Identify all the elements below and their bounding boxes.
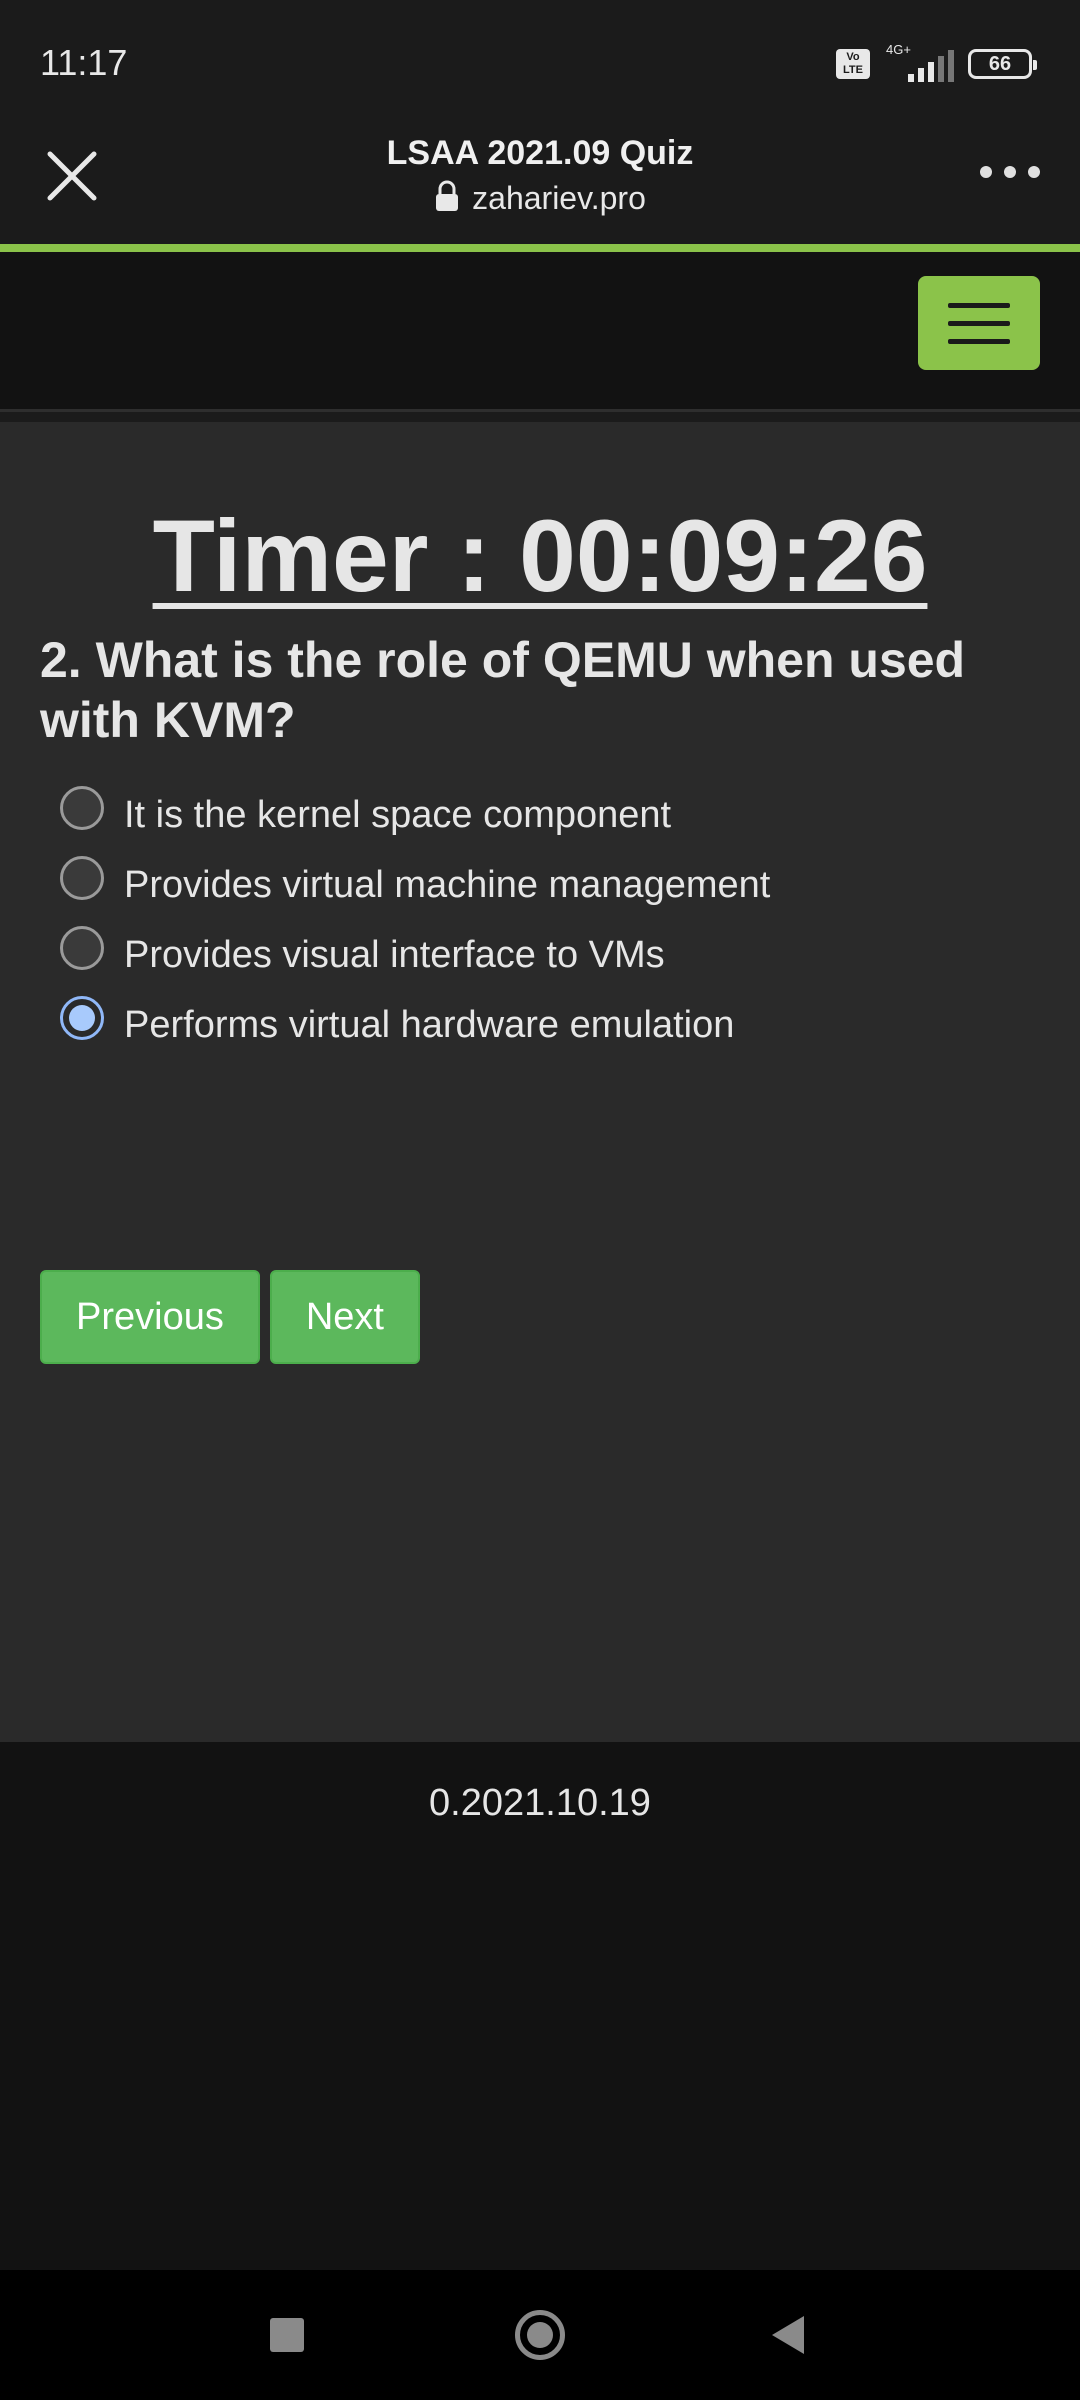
home-circle-icon[interactable] xyxy=(515,2310,565,2360)
answer-option-1[interactable]: It is the kernel space component xyxy=(60,780,1040,850)
recents-square-icon[interactable] xyxy=(270,2318,304,2352)
answer-label: Provides virtual machine management xyxy=(124,863,771,906)
answer-option-2[interactable]: Provides virtual machine management xyxy=(60,850,1040,920)
more-dots-icon[interactable] xyxy=(980,160,1040,184)
answer-label: It is the kernel space component xyxy=(124,793,672,836)
question-text: 2. What is the role of QEMU when used wi… xyxy=(40,632,966,748)
quiz-panel: Timer : 00:09:26 2. What is the role of … xyxy=(0,422,1080,1742)
site-footer: 0.2021.10.19 xyxy=(0,1742,1080,2270)
url-bar[interactable]: zahariev.pro xyxy=(0,180,1080,217)
quiz-timer: Timer : 00:09:26 xyxy=(152,499,928,613)
browser-header: LSAA 2021.09 Quiz zahariev.pro xyxy=(0,120,1080,244)
status-bar: 11:17 Vo LTE 4G+ 66 xyxy=(0,0,1080,120)
back-triangle-icon[interactable] xyxy=(772,2316,804,2354)
previous-button[interactable]: Previous xyxy=(40,1270,260,1364)
answer-option-4[interactable]: Performs virtual hardware emulation xyxy=(60,990,1040,1060)
answer-label: Performs virtual hardware emulation xyxy=(124,1003,735,1046)
battery-icon: 66 xyxy=(968,49,1037,79)
hamburger-icon[interactable] xyxy=(918,276,1040,370)
radio-button[interactable] xyxy=(60,926,104,970)
radio-button[interactable] xyxy=(60,786,104,830)
page-load-bar xyxy=(0,244,1080,252)
quiz-nav-buttons: Previous Next xyxy=(40,1270,420,1364)
page-title: LSAA 2021.09 Quiz xyxy=(386,134,694,172)
battery-level: 66 xyxy=(988,52,1012,75)
status-icons: Vo LTE 4G+ 66 xyxy=(836,42,1037,82)
answer-list: It is the kernel space component Provide… xyxy=(60,780,1040,1060)
radio-button-selected[interactable] xyxy=(60,996,104,1040)
system-nav-bar xyxy=(0,2270,1080,2400)
site-navbar xyxy=(0,252,1080,412)
next-button[interactable]: Next xyxy=(269,1270,420,1364)
answer-option-3[interactable]: Provides visual interface to VMs xyxy=(60,920,1040,990)
version-text: 0.2021.10.19 xyxy=(429,1782,651,1824)
signal-icon: 4G+ xyxy=(884,42,954,82)
volte-icon: Vo LTE xyxy=(836,49,870,79)
status-time: 11:17 xyxy=(40,42,128,83)
answer-label: Provides visual interface to VMs xyxy=(124,933,665,976)
radio-button[interactable] xyxy=(60,856,104,900)
url-text: zahariev.pro xyxy=(472,180,646,216)
lock-icon xyxy=(434,180,460,217)
